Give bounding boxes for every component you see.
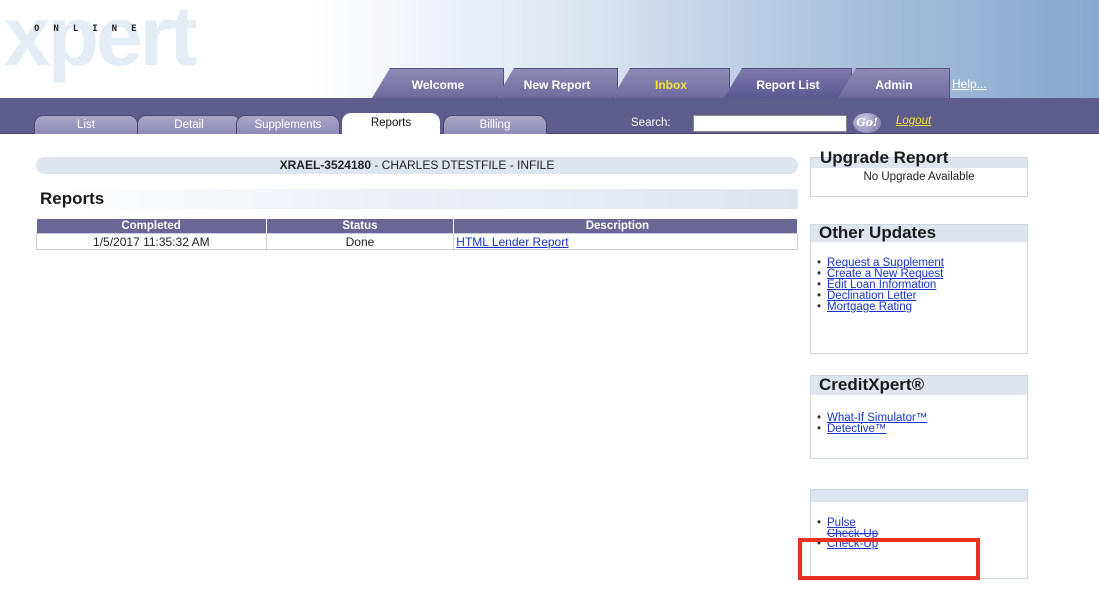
bullet: • — [817, 301, 822, 313]
list-item: • Mortgage Rating — [817, 301, 1027, 313]
column-header-status[interactable]: Status — [266, 219, 455, 234]
logout-link[interactable]: Logout — [896, 115, 931, 127]
help-link[interactable]: Help... — [952, 77, 987, 91]
list-item: • Pulse — [817, 517, 1027, 529]
tab-report-list[interactable]: Report List — [724, 68, 852, 98]
reports-table: Completed Status Description 1/5/2017 11… — [36, 219, 798, 250]
subtab-detail-label: Detail — [174, 119, 204, 131]
other-updates-panel: Other Updates • Request a Supplement • Cre… — [810, 224, 1028, 354]
logo-subtitle: ONLINE — [34, 24, 151, 34]
tab-new-report-label: New Report — [523, 78, 591, 92]
subtab-reports[interactable]: Reports — [342, 113, 440, 135]
description-cell: HTML Lender Report — [453, 233, 798, 250]
xpert-logo: xpert — [4, 0, 197, 83]
tab-welcome[interactable]: Welcome — [372, 68, 504, 98]
creditxpert-list: • What-If Simulator™ • Detective™ — [811, 395, 1027, 435]
detective-link[interactable]: Detective™ — [827, 423, 886, 435]
list-item: • Detective™ — [817, 423, 1027, 435]
tab-inbox-label: Inbox — [655, 78, 687, 92]
sub-tab-bar: List Detail Supplements Reports Billing … — [0, 98, 1099, 135]
file-id: XRAEL-3524180 — [279, 158, 371, 172]
completed-cell: 1/5/2017 11:35:32 AM — [36, 233, 267, 250]
subtab-list-label: List — [77, 119, 95, 131]
mortgage-rating-link[interactable]: Mortgage Rating — [827, 301, 912, 313]
subtab-billing-label: Billing — [479, 119, 511, 131]
file-title-bar: XRAEL-3524180 - CHARLES DTESTFILE - INFI… — [36, 157, 798, 174]
column-header-completed[interactable]: Completed — [36, 219, 267, 234]
tab-admin[interactable]: Admin — [838, 68, 950, 98]
tab-inbox[interactable]: Inbox — [612, 68, 730, 98]
column-header-description[interactable]: Description — [453, 219, 798, 234]
tab-admin-label: Admin — [875, 78, 913, 92]
subtab-list[interactable]: List — [34, 115, 138, 134]
subtab-billing[interactable]: Billing — [443, 115, 547, 134]
tab-new-report[interactable]: New Report — [496, 68, 618, 98]
upgrade-report-title: Upgrade Report — [820, 148, 949, 167]
subtab-supplements[interactable]: Supplements — [236, 115, 340, 134]
subtab-supplements-label: Supplements — [254, 119, 322, 131]
status-cell: Done — [265, 233, 455, 250]
upgrade-note: No Upgrade Available — [863, 171, 975, 183]
header-banner: xpert ONLINE Welcome New Report Inbox Re… — [0, 0, 1099, 135]
other-updates-title: Other Updates — [811, 224, 1027, 242]
tab-report-list-label: Report List — [756, 78, 820, 92]
tools-panel-title — [811, 490, 1027, 502]
reports-heading: Reports — [36, 189, 798, 209]
bullet: • — [817, 517, 822, 529]
table-header-row: Completed Status Description — [36, 219, 798, 234]
search-input[interactable] — [693, 115, 847, 132]
go-button[interactable]: Go! — [853, 113, 881, 133]
creditxpert-panel: CreditXpert® • What-If Simulator™ • Detect… — [810, 375, 1028, 459]
subtab-reports-label: Reports — [370, 117, 412, 129]
search-label: Search: — [631, 117, 671, 129]
table-row: 1/5/2017 11:35:32 AM Done HTML Lender Re… — [36, 233, 798, 250]
file-name: - CHARLES DTESTFILE - INFILE — [371, 158, 555, 172]
creditxpert-title: CreditXpert® — [811, 375, 1027, 395]
other-updates-list: • Request a Supplement • Create a New Requ… — [811, 242, 1027, 313]
bullet: • — [817, 423, 822, 435]
html-lender-report-link[interactable]: HTML Lender Report — [456, 235, 568, 249]
pulse-link[interactable]: Pulse — [827, 517, 856, 529]
tab-welcome-label: Welcome — [411, 78, 465, 92]
highlight-annotation-box — [798, 538, 980, 580]
subtab-detail[interactable]: Detail — [137, 115, 241, 134]
